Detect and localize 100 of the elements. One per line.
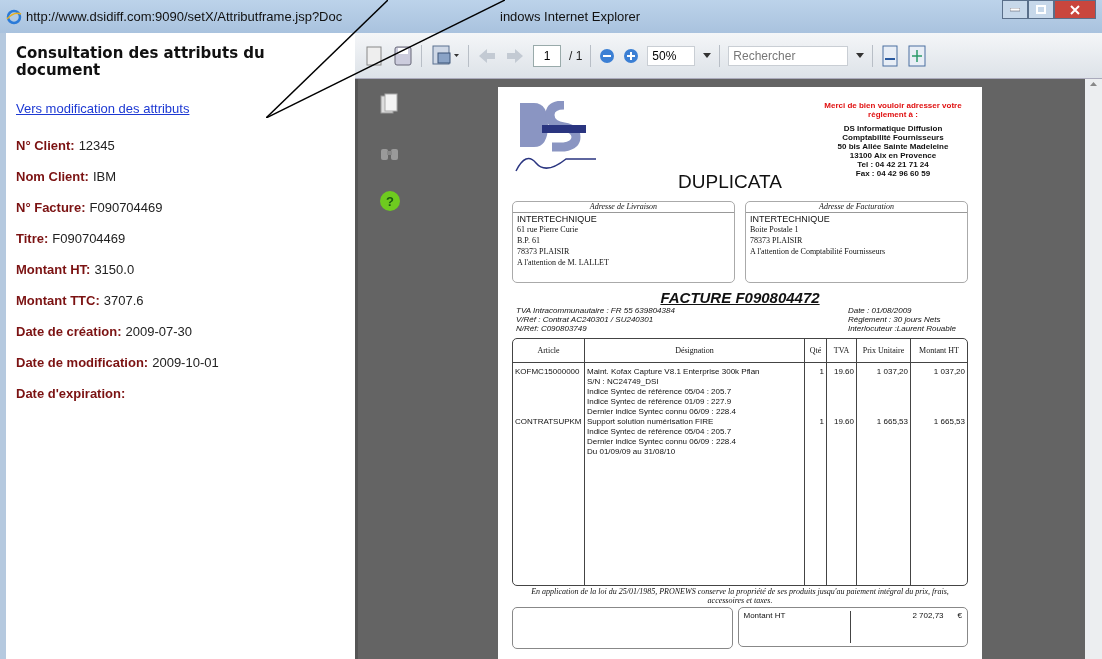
table-cell: 19.60 (833, 367, 854, 376)
page-number-field[interactable]: 1 (533, 44, 561, 67)
field-label: Titre: (16, 231, 49, 248)
address-name: INTERTECHNIQUE (749, 213, 831, 224)
duplicata-label: DUPLICATA (678, 171, 782, 193)
field-label: Montant HT: (16, 262, 91, 279)
field-value: IBM (92, 169, 117, 186)
column-header: Article (513, 339, 585, 363)
column-header: Qté (805, 339, 827, 363)
pages-icon[interactable] (380, 93, 398, 115)
field-label: Date d'expiration: (16, 386, 126, 403)
address-line: 78373 PLAISIR (516, 246, 571, 257)
company-address-line: 13100 Aix en Provence (849, 151, 937, 160)
table-cell-text: Dernier indice Syntec connu 06/09 : 228.4 (587, 437, 737, 447)
address-line: B.P. 61 (516, 235, 541, 246)
field-label: Nom Client: (16, 169, 89, 186)
fit-page-icon[interactable] (907, 44, 928, 67)
close-button[interactable] (1054, 0, 1096, 19)
table-cell-text: S/N : NC24749_DSI (587, 377, 660, 387)
field-value: 3707.6 (103, 293, 144, 310)
address-line: A l'attention de M. LALLET (516, 257, 610, 268)
address-line: Boite Postale 1 (749, 224, 800, 235)
currency-symbol: € (957, 611, 962, 622)
caret-icon (703, 53, 712, 58)
field-value: 12345 (78, 138, 115, 155)
table-cell: 1 (819, 367, 824, 376)
table-cell: 1 665,53 (876, 417, 908, 426)
print-icon[interactable] (430, 43, 460, 68)
maximize-icon (1036, 5, 1046, 14)
total-value: 2 702,73 (911, 611, 945, 622)
table-cell: 1 665,53 (933, 417, 965, 426)
table-cell-text: Dernier indice Syntec connu 06/09 : 228.4 (587, 407, 737, 417)
field-label: Montant TTC: (16, 293, 100, 310)
payment-notice: Merci de bien vouloir adresser votre règlement à : (823, 101, 963, 119)
invoice-title: FACTURE F090804472 (659, 289, 821, 306)
invoice-info: V/Réf : Contrat AC240301 / SU240301 (516, 315, 655, 324)
window-title: indows Internet Explorer (500, 9, 641, 24)
table-cell: 19.60 (833, 417, 854, 426)
address-caption: Adresse de Livraison (513, 202, 734, 213)
scrollbar[interactable] (1085, 79, 1102, 659)
caret-icon (856, 53, 865, 58)
field-label: N° Facture: (16, 200, 86, 217)
field-value: F090704469 (52, 231, 126, 248)
search-field[interactable]: Rechercher (728, 45, 849, 66)
table-cell: 1 (819, 417, 824, 426)
help-button[interactable]: ? (380, 191, 400, 211)
minimize-button[interactable] (1002, 0, 1028, 19)
window-title: http://www.dsidiff.com:9090/setX/Attributframe.jsp?Doc (26, 9, 343, 24)
total-label: Montant HT (743, 611, 851, 643)
invoice-info: Interlocuteur :Laurent Rouable (847, 324, 956, 333)
field-value: 2009-07-30 (125, 324, 192, 341)
invoice-info: Réglement : 30 jours Nets (847, 315, 942, 324)
fit-width-icon[interactable] (881, 44, 900, 67)
table-cell: KOFMC15000000 (515, 367, 580, 376)
table-cell: 1 037,20 (933, 367, 965, 376)
company-address-line: Fax : 04 42 96 60 59 (855, 169, 931, 178)
edit-attributes-link[interactable]: Vers modification des attributs (16, 101, 190, 116)
address-name: INTERTECHNIQUE (516, 213, 598, 224)
table-cell-text: Indice Syntec de référence 01/09 : 227.9 (587, 397, 733, 407)
browser-icon (6, 8, 22, 25)
table-cell-text: Support solution numérisation FIRE (587, 417, 715, 427)
column-header: Prix Unitaire (857, 339, 911, 363)
invoice-info: TVA Intracommunautaire : FR 55 639804384 (516, 306, 675, 315)
field-label: Date de modification: (16, 355, 149, 372)
save-icon[interactable] (393, 44, 413, 67)
table-cell-text: Indice Syntec de référence 05/04 : 205.7 (587, 387, 733, 397)
company-address-line: 50 bis Allée Sainte Madeleine (837, 142, 949, 151)
field-value: 2009-10-01 (152, 355, 219, 372)
field-label: Date de création: (16, 324, 122, 341)
field-label: N° Client: (16, 138, 75, 155)
table-cell-text: Maint. Kofax Capture V8.1 Enterprise 300k Pflan (587, 367, 761, 377)
address-line: A l'attention de Comptabilité Fournisseurs (749, 246, 887, 257)
scroll-up-arrow-icon (1090, 82, 1097, 86)
maximize-button[interactable] (1028, 0, 1054, 19)
minimize-icon (1010, 7, 1020, 12)
address-line: 78373 PLAISIR (749, 235, 804, 246)
document-icon[interactable] (365, 44, 385, 67)
field-value: F090704469 (89, 200, 163, 217)
zoom-out-icon[interactable] (599, 47, 616, 64)
field-value: 3150.0 (94, 262, 135, 279)
address-caption: Adresse de Facturation (746, 202, 967, 213)
invoice-info: Date : 01/08/2009 (847, 306, 913, 315)
company-address-line: DS Informatique Diffusion (843, 124, 943, 133)
table-cell-text: Du 01/09/09 au 31/08/10 (587, 447, 677, 457)
zoom-field[interactable]: 50% (647, 45, 696, 66)
table-cell-text: Indice Syntec de référence 05/04 : 205.7 (587, 427, 733, 437)
table-cell: CONTRATSUPKM (515, 417, 582, 426)
invoice-info: N/Réf: C090803749 (516, 324, 588, 333)
column-header: TVA (827, 339, 857, 363)
legal-notice: En application de la loi du 25/01/1985, PRONEWS conserve la propriété de ses produits jusqu'au paiement intégral du prix, frais, accessoires et taxes. (530, 587, 950, 605)
company-address-line: Comptabilité Fournisseurs (842, 133, 944, 142)
close-icon (1070, 4, 1080, 15)
page-count: / 1 (569, 48, 583, 63)
column-header: Désignation (585, 339, 805, 363)
company-address-line: Tel : 04 42 21 71 24 (857, 160, 929, 169)
page-heading: Consultation des attributs du document (16, 45, 266, 79)
address-line: 61 rue Pierre Curie (516, 224, 580, 235)
zoom-in-icon[interactable] (623, 47, 640, 64)
table-cell: 1 037,20 (876, 367, 908, 376)
column-header: Montant HT (911, 339, 967, 363)
